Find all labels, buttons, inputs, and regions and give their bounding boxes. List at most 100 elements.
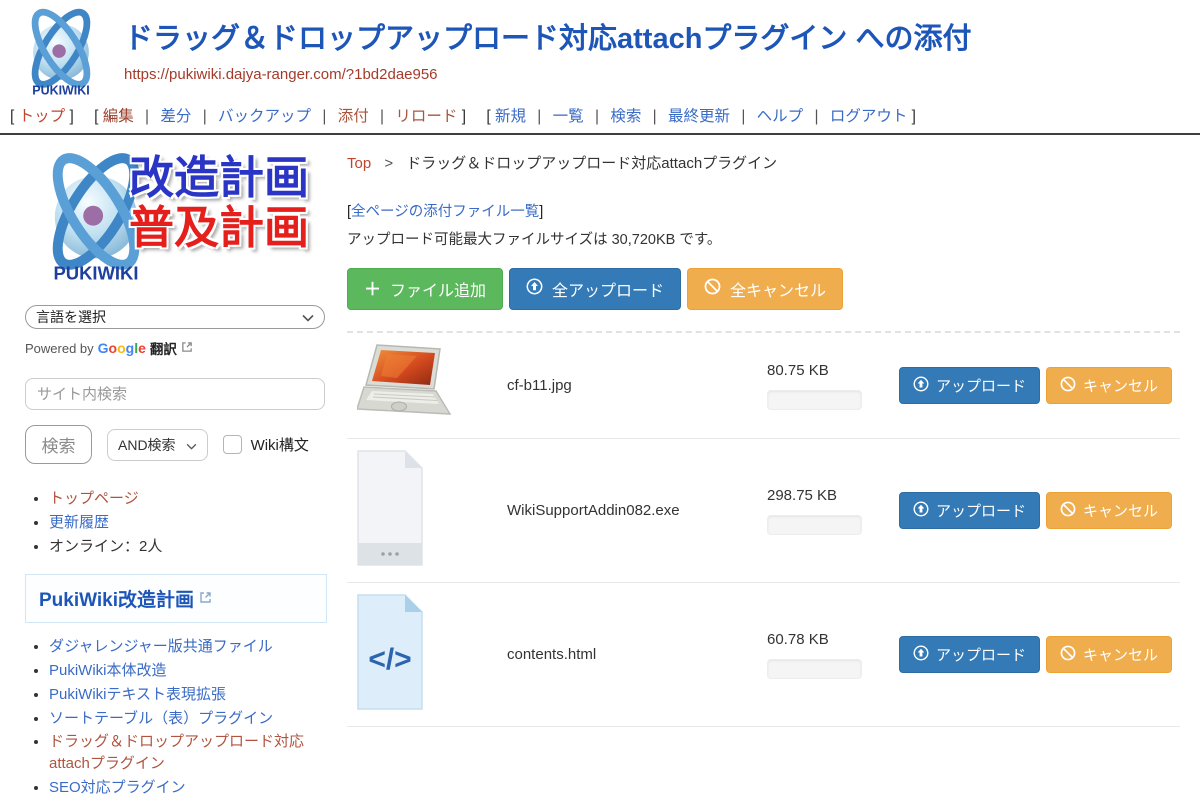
main-content: Top > ドラッグ＆ドロップアップロード対応attachプラグイン [全ページ… — [332, 135, 1200, 801]
upload-circle-icon — [526, 278, 543, 300]
sidebar-link-history[interactable]: 更新履歴 — [49, 514, 109, 531]
file-name: contents.html — [507, 646, 767, 663]
ban-circle-icon — [704, 278, 721, 300]
language-select[interactable]: 言語を選択 — [25, 305, 325, 329]
file-size: 298.75 KB — [767, 487, 885, 504]
attach-list-line: [全ページの添付ファイル一覧] — [347, 200, 1180, 221]
site-search-input[interactable] — [25, 378, 325, 410]
sidebar-link-sort-table[interactable]: ソートテーブル（表）プラグイン — [49, 710, 273, 727]
sidebar-link-text-ext[interactable]: PukiWikiテキスト表現拡張 — [49, 686, 226, 703]
wiki-syntax-checkbox[interactable] — [223, 435, 242, 454]
sidebar-panel-title-link[interactable]: PukiWiki改造計画 — [39, 585, 212, 612]
upload-progress-bar — [767, 515, 862, 535]
file-name: WikiSupportAddin082.exe — [507, 502, 767, 519]
site-url-link[interactable]: https://pukiwiki.dajya-ranger.com/?1bd2d… — [124, 66, 438, 83]
nav-link-attach[interactable]: 添付 — [338, 108, 369, 125]
nav-link-diff[interactable]: 差分 — [160, 108, 191, 125]
upload-all-button[interactable]: 全アップロード — [509, 268, 681, 310]
breadcrumb-home-link[interactable]: Top — [347, 155, 371, 172]
add-files-button[interactable]: ＋ ファイル追加 — [347, 268, 503, 310]
all-attachments-link[interactable]: 全ページの添付ファイル一覧 — [351, 204, 539, 220]
file-dropzone[interactable]: cf-b11.jpg 80.75 KB アップロード — [347, 331, 1180, 727]
cancel-file-button[interactable]: キャンセル — [1046, 367, 1172, 404]
file-name: cf-b11.jpg — [507, 377, 767, 394]
translate-link[interactable]: 翻訳 — [150, 338, 177, 358]
cancel-all-button[interactable]: 全キャンセル — [687, 268, 843, 310]
logo-slogan-line2: 普及計画 — [129, 203, 309, 253]
nav-bracket: ] — [69, 108, 73, 125]
search-mode-select[interactable]: AND検索 — [107, 429, 208, 461]
sidebar-link-common-files[interactable]: ダジャレンジャー版共通ファイル — [49, 638, 273, 655]
nav-link-new[interactable]: 新規 — [495, 108, 526, 125]
file-row: </> contents.html 60.78 KB アップロード — [347, 583, 1180, 727]
nav-bracket: [ — [94, 108, 98, 125]
sidebar-link-seo[interactable]: SEO対応プラグイン — [49, 779, 186, 796]
nav-bracket: ] — [462, 108, 466, 125]
nav-link-recent[interactable]: 最終更新 — [668, 108, 730, 125]
breadcrumb: Top > ドラッグ＆ドロップアップロード対応attachプラグイン — [347, 152, 1180, 173]
nav-bracket: [ — [486, 108, 490, 125]
nav-separator: | — [741, 108, 745, 125]
upload-label: アップロード — [936, 375, 1026, 396]
sidebar-site-logo[interactable]: PUKIWIKI 改造計画 普及計画 — [25, 149, 330, 299]
upload-circle-icon — [913, 501, 929, 521]
nav-link-search[interactable]: 検索 — [610, 108, 641, 125]
upload-circle-icon — [913, 376, 929, 396]
breadcrumb-current: ドラッグ＆ドロップアップロード対応attachプラグイン — [406, 155, 777, 172]
upload-file-button[interactable]: アップロード — [899, 636, 1040, 673]
logo-slogan-line1: 改造計画 — [129, 153, 309, 203]
file-size: 60.78 KB — [767, 631, 885, 648]
cancel-file-button[interactable]: キャンセル — [1046, 636, 1172, 673]
upload-progress-bar — [767, 659, 862, 679]
list-item: ドラッグ＆ドロップアップロード対応attachプラグイン — [49, 731, 332, 775]
upload-progress-bar — [767, 390, 862, 410]
nav-separator: | — [322, 108, 326, 125]
nav-link-top[interactable]: トップ — [19, 108, 66, 125]
ban-circle-icon — [1060, 501, 1076, 521]
external-link-icon — [199, 588, 212, 610]
upload-label: アップロード — [936, 500, 1026, 521]
upload-file-button[interactable]: アップロード — [899, 492, 1040, 529]
cancel-label: キャンセル — [1083, 375, 1158, 396]
sidebar-panel: PukiWiki改造計画 — [25, 574, 327, 623]
nav-link-reload[interactable]: リロード — [395, 108, 457, 125]
upload-file-button[interactable]: アップロード — [899, 367, 1040, 404]
plus-icon: ＋ — [364, 281, 381, 298]
language-select-value: 言語を選択 — [36, 307, 106, 327]
sidebar-quick-links: トップページ 更新履歴 オンライン：2人 — [25, 488, 332, 557]
nav-separator: | — [145, 108, 149, 125]
nav-link-help[interactable]: ヘルプ — [757, 108, 804, 125]
generic-file-icon — [357, 450, 423, 571]
top-navbar: [ トップ ] [ 編集 | 差分 | バックアップ | 添付 | リロード ]… — [0, 102, 1200, 135]
wiki-syntax-label: Wiki構文 — [251, 434, 309, 455]
search-button[interactable]: 検索 — [25, 425, 92, 464]
chevron-down-icon — [186, 437, 197, 453]
nav-link-list[interactable]: 一覧 — [553, 108, 584, 125]
sidebar: PUKIWIKI 改造計画 普及計画 言語を選択 Powered by Goog… — [0, 135, 332, 801]
nav-separator: | — [537, 108, 541, 125]
nav-link-logout[interactable]: ログアウト — [830, 108, 908, 125]
svg-text:PUKIWIKI: PUKIWIKI — [32, 83, 90, 97]
sidebar-link-core-mod[interactable]: PukiWiki本体改造 — [49, 662, 167, 679]
logo-brand-text: PUKIWIKI — [53, 263, 138, 284]
sidebar-panel-title: PukiWiki改造計画 — [39, 585, 194, 612]
upload-all-label: 全アップロード — [552, 277, 664, 301]
upload-circle-icon — [913, 645, 929, 665]
cancel-file-button[interactable]: キャンセル — [1046, 492, 1172, 529]
upload-toolbar: ＋ ファイル追加 全アップロード 全キャンセル — [347, 268, 1180, 310]
list-item: PukiWikiテキスト表現拡張 — [49, 684, 332, 706]
sidebar-link-dnd-attach[interactable]: ドラッグ＆ドロップアップロード対応attachプラグイン — [49, 733, 304, 772]
ban-circle-icon — [1060, 376, 1076, 396]
pukiwiki-atom-logo-icon[interactable]: PUKIWIKI — [10, 6, 112, 102]
nav-link-edit[interactable]: 編集 — [103, 108, 134, 125]
laptop-photo-thumbnail — [357, 342, 457, 429]
page-title: ドラッグ＆ドロップアップロード対応attachプラグイン への添付 — [124, 22, 971, 57]
nav-separator: | — [380, 108, 384, 125]
nav-link-backup[interactable]: バックアップ — [218, 108, 311, 125]
search-mode-value: AND検索 — [118, 435, 176, 455]
file-row: WikiSupportAddin082.exe 298.75 KB アップロード — [347, 439, 1180, 583]
list-item: 更新履歴 — [49, 512, 332, 534]
svg-text:</>: </> — [368, 643, 411, 676]
sidebar-link-toppage[interactable]: トップページ — [49, 490, 139, 507]
upload-label: アップロード — [936, 644, 1026, 665]
